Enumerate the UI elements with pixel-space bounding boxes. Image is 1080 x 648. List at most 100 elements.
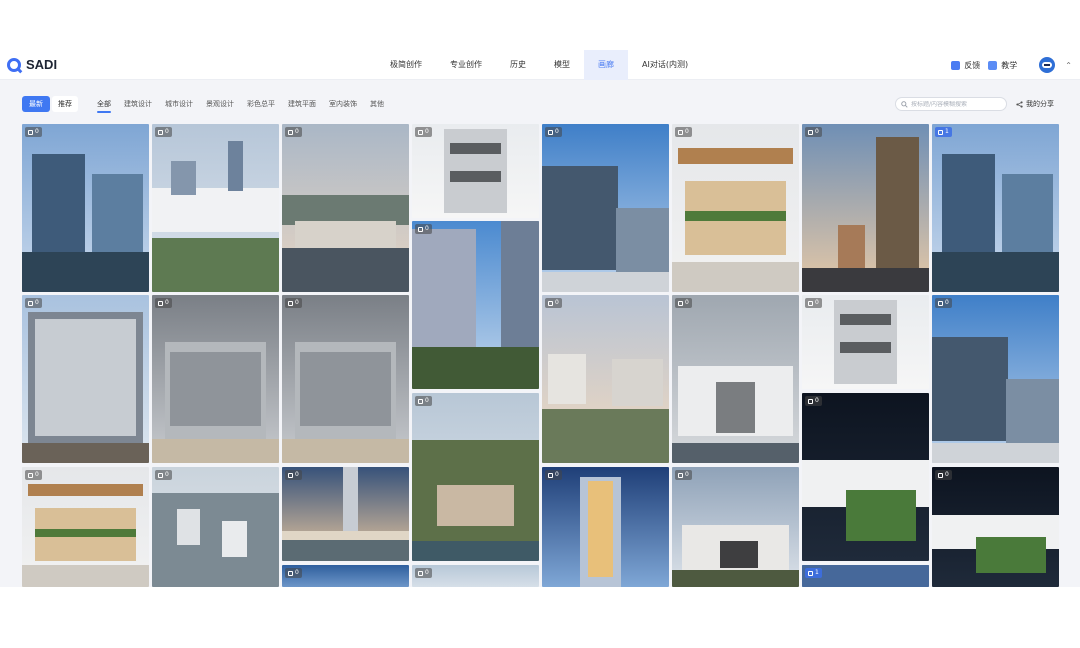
logo[interactable]: SADI	[7, 57, 57, 72]
gallery-image[interactable]: 0	[932, 295, 1059, 463]
like-badge[interactable]: 0	[25, 127, 42, 137]
nav-item[interactable]: 极简创作	[376, 50, 436, 80]
category-tab[interactable]: 建筑平面	[288, 96, 316, 112]
gallery-image[interactable]: 0	[672, 295, 799, 463]
gallery-image[interactable]: 0	[22, 467, 149, 587]
like-count: 0	[295, 128, 299, 135]
like-badge[interactable]: 0	[935, 470, 952, 480]
gallery-image[interactable]: 0	[802, 393, 929, 561]
thumbs-up-icon	[938, 300, 943, 306]
feedback-link[interactable]: 反馈	[951, 60, 980, 71]
like-badge[interactable]: 0	[675, 298, 692, 308]
gallery-image[interactable]: 1	[932, 124, 1059, 292]
like-count: 0	[165, 128, 169, 135]
gallery-image[interactable]: 0	[282, 565, 409, 587]
category-tab[interactable]: 景观设计	[206, 96, 234, 112]
gallery-image[interactable]: 0	[152, 124, 279, 292]
gallery-image[interactable]: 0	[542, 467, 669, 587]
gallery-image[interactable]: 0	[282, 295, 409, 463]
like-badge[interactable]: 0	[415, 127, 432, 137]
nav-item[interactable]: 专业创作	[436, 50, 496, 80]
like-badge[interactable]: 0	[805, 127, 822, 137]
like-count: 0	[425, 569, 429, 576]
like-badge[interactable]: 0	[545, 298, 562, 308]
like-count: 0	[165, 471, 169, 478]
app-frame: SADI 极简创作 专业创作 历史 模型 画廊 AI对话(内测) 反馈 教学 ⌃ 最新 推…	[0, 50, 1080, 587]
like-count: 0	[425, 225, 429, 232]
like-count: 0	[945, 471, 949, 478]
gallery-image[interactable]: 0	[152, 467, 279, 587]
category-tab[interactable]: 彩色总平	[247, 96, 275, 112]
avatar[interactable]	[1039, 57, 1056, 73]
nav-item[interactable]: 历史	[496, 50, 540, 80]
thumbs-up-icon	[808, 300, 813, 306]
like-badge[interactable]: 0	[155, 298, 172, 308]
thumbs-up-icon	[158, 300, 163, 306]
gallery-image[interactable]: 0	[152, 295, 279, 463]
like-badge[interactable]: 0	[415, 396, 432, 406]
like-badge[interactable]: 0	[675, 470, 692, 480]
gallery-image[interactable]: 0	[282, 124, 409, 292]
nav-item[interactable]: AI对话(内测)	[628, 50, 702, 80]
like-badge[interactable]: 0	[415, 568, 432, 578]
sort-recommend-button[interactable]: 推荐	[52, 96, 78, 112]
tutorial-link[interactable]: 教学	[988, 60, 1017, 71]
like-count: 0	[165, 299, 169, 306]
like-badge[interactable]: 1	[805, 568, 822, 578]
search-input[interactable]	[911, 100, 1006, 108]
like-badge[interactable]: 0	[805, 298, 822, 308]
gallery-image[interactable]: 0	[412, 124, 539, 218]
gallery-image[interactable]: 0	[412, 565, 539, 587]
category-tab[interactable]: 城市设计	[165, 96, 193, 112]
gallery-image[interactable]: 0	[22, 124, 149, 292]
like-badge[interactable]: 0	[25, 298, 42, 308]
sort-latest-button[interactable]: 最新	[22, 96, 50, 112]
like-count: 0	[35, 299, 39, 306]
like-badge[interactable]: 0	[415, 224, 432, 234]
nav-item[interactable]: 模型	[540, 50, 584, 80]
top-header: SADI 极简创作 专业创作 历史 模型 画廊 AI对话(内测) 反馈 教学 ⌃	[0, 50, 1080, 80]
my-share-button[interactable]: 我的分享	[1016, 96, 1054, 112]
feedback-icon	[951, 60, 961, 70]
like-badge[interactable]: 0	[545, 127, 562, 137]
thumbs-up-icon	[938, 472, 943, 478]
thumbs-up-icon	[678, 129, 683, 135]
gallery-image[interactable]: 0	[672, 124, 799, 292]
like-badge[interactable]: 0	[935, 298, 952, 308]
like-badge[interactable]: 0	[675, 127, 692, 137]
like-badge[interactable]: 0	[25, 470, 42, 480]
gallery-image[interactable]: 0	[412, 393, 539, 561]
thumbs-up-icon	[808, 570, 813, 576]
category-tab[interactable]: 其他	[370, 96, 384, 112]
gallery-image[interactable]: 0	[412, 221, 539, 389]
like-badge[interactable]: 0	[285, 127, 302, 137]
gallery-image[interactable]: 0	[542, 295, 669, 463]
gallery-image[interactable]: 0	[802, 124, 929, 292]
like-badge[interactable]: 0	[155, 127, 172, 137]
gallery-image[interactable]: 0	[802, 295, 929, 389]
like-badge[interactable]: 0	[285, 298, 302, 308]
like-count: 0	[815, 299, 819, 306]
like-badge[interactable]: 0	[285, 470, 302, 480]
gallery-image[interactable]: 0	[932, 467, 1059, 587]
gallery-image[interactable]: 0	[22, 295, 149, 463]
like-badge[interactable]: 0	[155, 470, 172, 480]
like-badge[interactable]: 0	[545, 470, 562, 480]
like-count: 0	[555, 299, 559, 306]
like-badge[interactable]: 0	[805, 396, 822, 406]
like-badge[interactable]: 1	[935, 127, 952, 137]
like-badge[interactable]: 0	[285, 568, 302, 578]
category-tab[interactable]: 室内装饰	[329, 96, 357, 112]
gallery-image[interactable]: 0	[542, 124, 669, 292]
thumbs-up-icon	[548, 129, 553, 135]
nav-item[interactable]: 画廊	[584, 50, 628, 80]
chevron-up-icon[interactable]: ⌃	[1065, 61, 1072, 70]
thumbs-up-icon	[548, 472, 553, 478]
thumbs-up-icon	[938, 129, 943, 135]
category-tab[interactable]: 全部	[97, 96, 111, 113]
gallery-image[interactable]: 0	[672, 467, 799, 587]
category-tab[interactable]: 建筑设计	[124, 96, 152, 112]
gallery-image[interactable]: 0	[282, 467, 409, 561]
thumbs-up-icon	[808, 129, 813, 135]
gallery-image[interactable]: 1	[802, 565, 929, 587]
